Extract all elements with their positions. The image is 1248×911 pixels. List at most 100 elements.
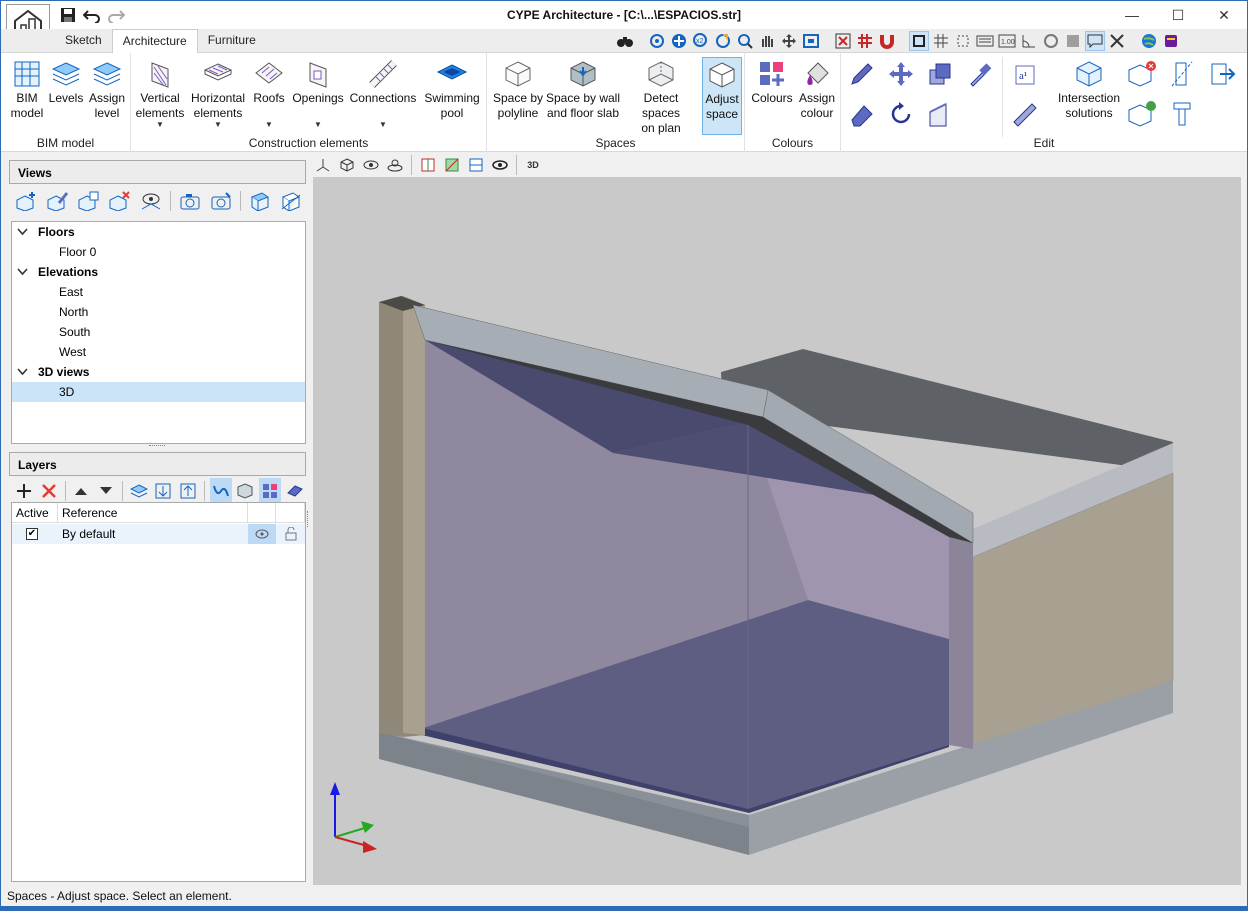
tree-group[interactable]: Floors [12, 222, 305, 242]
layers-view-icon[interactable] [1063, 31, 1083, 51]
binoculars-icon[interactable] [615, 31, 635, 51]
table-row[interactable]: ✔ By default [12, 524, 305, 544]
space-by-wall-and-floor-slab-button[interactable]: Space by wall and floor slab [545, 57, 621, 121]
tools-icon[interactable] [1107, 31, 1127, 51]
pencil-icon[interactable] [845, 57, 879, 91]
rotate-icon[interactable] [884, 97, 918, 131]
lock-icon[interactable] [276, 524, 305, 544]
dimension-text-icon[interactable]: a¹ [1007, 57, 1041, 91]
pane-splitter-grip[interactable] [307, 511, 310, 527]
add-layer-icon[interactable] [13, 478, 35, 504]
horizontal-elements-button[interactable]: Horizontal elements ▼ [189, 57, 247, 129]
col-header-active[interactable]: Active [12, 503, 58, 523]
section-view-icon[interactable] [246, 188, 274, 214]
grid-snap-icon[interactable] [855, 31, 875, 51]
layer-export-icon[interactable] [177, 478, 199, 504]
zoom-refresh-icon[interactable] [713, 31, 733, 51]
split-icon[interactable] [1165, 57, 1199, 91]
delete-layer-icon[interactable] [38, 478, 60, 504]
assign-colour-button[interactable]: Assign colour [795, 57, 839, 121]
bim-model-button[interactable]: BIM model [7, 57, 47, 121]
layer-import-icon[interactable] [152, 478, 174, 504]
colours-button[interactable]: Colours [749, 57, 795, 106]
stretch-icon[interactable] [923, 97, 957, 131]
close-button[interactable]: ✕ [1201, 1, 1247, 29]
zoom-window-icon[interactable] [735, 31, 755, 51]
move-view-icon[interactable] [779, 31, 799, 51]
extend-icon[interactable] [1165, 97, 1199, 131]
delete-element-icon[interactable] [1125, 57, 1159, 91]
3d-viewport[interactable] [313, 177, 1241, 885]
swimming-pool-button[interactable]: Swimming pool [421, 57, 483, 121]
visibility-icon[interactable] [490, 155, 510, 175]
pan-view-icon[interactable] [669, 31, 689, 51]
connections-button[interactable]: Connections ▼ [347, 57, 419, 129]
chevron-down-icon[interactable] [17, 362, 28, 384]
copy-view-icon[interactable] [75, 188, 103, 214]
visibility-eye-icon[interactable] [248, 524, 276, 544]
orbit-icon[interactable] [647, 31, 667, 51]
minimize-button[interactable]: — [1109, 1, 1155, 29]
comment-icon[interactable] [1085, 31, 1105, 51]
delete-view-icon[interactable] [106, 188, 134, 214]
chevron-down-icon[interactable] [17, 222, 28, 244]
tree-item[interactable]: South [12, 322, 305, 342]
tree-item[interactable]: 3D [12, 382, 305, 402]
layer-book-icon[interactable] [284, 478, 306, 504]
view-eye-icon[interactable] [137, 188, 165, 214]
active-checkbox[interactable]: ✔ [26, 528, 38, 540]
tree-group[interactable]: Elevations [12, 262, 305, 282]
window-view-icon[interactable] [466, 155, 486, 175]
roofs-button[interactable]: Roofs ▼ [249, 57, 289, 129]
eyedropper-icon[interactable] [962, 57, 996, 91]
refresh-element-icon[interactable] [1125, 97, 1159, 131]
grid-icon[interactable] [931, 31, 951, 51]
ruler-icon[interactable] [1007, 97, 1041, 131]
camera-icon[interactable] [176, 188, 204, 214]
assign-level-button[interactable]: Assign level [87, 57, 127, 121]
keyboard-icon[interactable] [975, 31, 995, 51]
tree-item[interactable]: West [12, 342, 305, 362]
hand-pan-icon[interactable] [757, 31, 777, 51]
plan-view-icon[interactable] [442, 155, 462, 175]
globe-icon[interactable] [1139, 31, 1159, 51]
tree-item[interactable]: East [12, 282, 305, 302]
copy-icon[interactable] [923, 57, 957, 91]
col-header-reference[interactable]: Reference [58, 503, 248, 523]
orbit-view-icon[interactable] [385, 155, 405, 175]
tree-item[interactable]: Floor 0 [12, 242, 305, 262]
elevation-view-icon[interactable] [418, 155, 438, 175]
snap-points-icon[interactable] [953, 31, 973, 51]
redo-icon[interactable] [105, 4, 127, 26]
3d-toggle-icon[interactable]: 3D [523, 155, 543, 175]
layer-colours-icon[interactable] [259, 478, 282, 504]
angle-icon[interactable] [1019, 31, 1039, 51]
magnet-icon[interactable] [877, 31, 897, 51]
select-rect-icon[interactable] [909, 31, 929, 51]
move-down-icon[interactable] [95, 478, 117, 504]
tree-item[interactable]: North [12, 302, 305, 322]
vertical-elements-button[interactable]: Vertical elements ▼ [135, 57, 185, 129]
move-up-icon[interactable] [70, 478, 92, 504]
rotate-view-icon[interactable] [1041, 31, 1061, 51]
layer-stack-icon[interactable] [128, 478, 150, 504]
adjust-space-button[interactable]: Adjust space [702, 57, 742, 135]
grid-red-icon[interactable] [833, 31, 853, 51]
tab-sketch[interactable]: Sketch [55, 29, 112, 53]
walk-view-icon[interactable] [361, 155, 381, 175]
tab-furniture[interactable]: Furniture [198, 29, 266, 53]
space-by-polyline-button[interactable]: Space by polyline [491, 57, 545, 121]
maximize-button[interactable]: ☐ [1155, 1, 1201, 29]
book-icon[interactable] [1161, 31, 1181, 51]
filter-layer-icon[interactable] [209, 478, 232, 504]
zoom-extents-icon[interactable] [801, 31, 821, 51]
eraser-icon[interactable] [845, 97, 879, 131]
tree-group[interactable]: 3D views [12, 362, 305, 382]
save-icon[interactable] [57, 4, 79, 26]
intersection-solutions-button[interactable]: Intersection solutions [1053, 57, 1125, 121]
undo-icon[interactable] [81, 4, 103, 26]
cube-view-icon[interactable] [337, 155, 357, 175]
openings-button[interactable]: Openings ▼ [291, 57, 345, 129]
scale-icon[interactable]: 1.00 [997, 31, 1017, 51]
tab-architecture[interactable]: Architecture [111, 29, 198, 53]
